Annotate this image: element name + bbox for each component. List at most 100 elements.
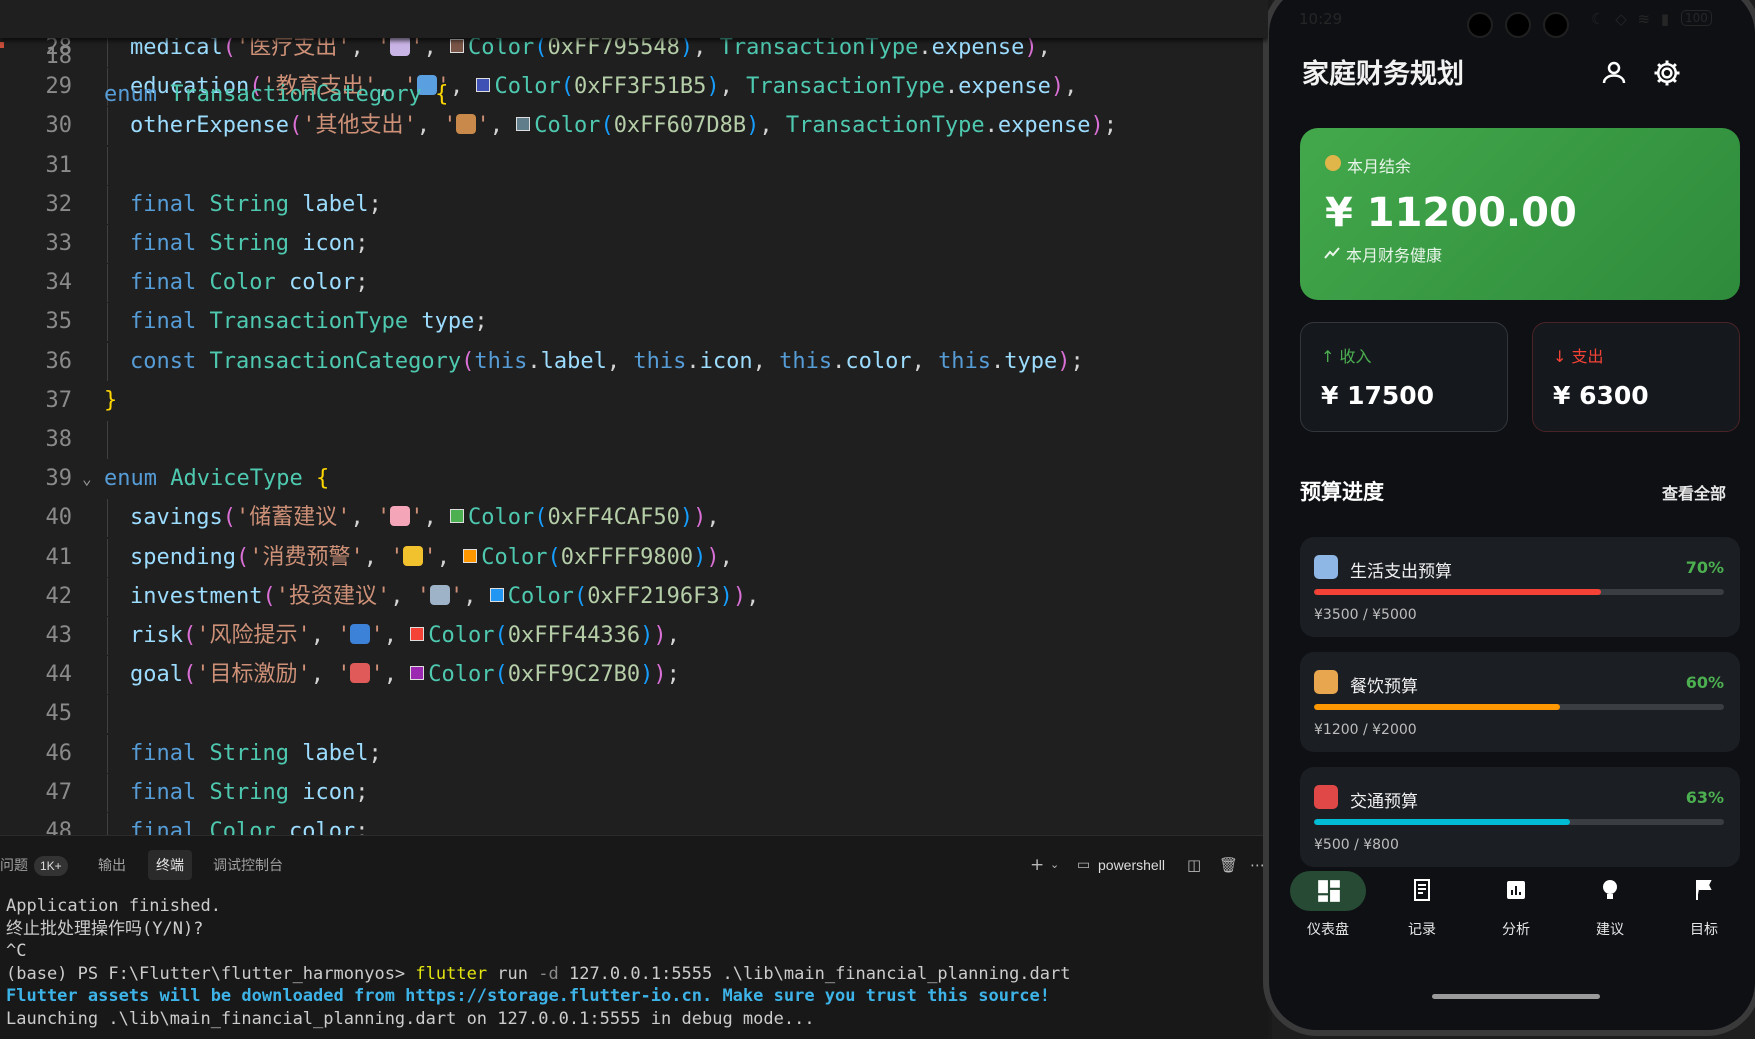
indent-guide: [107, 499, 108, 538]
person-icon[interactable]: [1599, 58, 1629, 88]
indent-guide: [107, 146, 108, 185]
indent-guide: [107, 264, 108, 303]
budget-progress-track: [1314, 704, 1724, 710]
line-text: investment('投资建议', ' ', Color(0xFF2196F3)…: [130, 583, 760, 609]
code-editor[interactable]: 28 medical('医疗支出', ' ', Color(0xFF795548),…: [0, 0, 1268, 835]
indent-guide: [107, 538, 108, 577]
status-time: 10:29: [1299, 10, 1343, 28]
budget-card[interactable]: 生活支出预算 70% ¥3500 / ¥5000: [1300, 537, 1740, 637]
line-number: 40: [45, 505, 73, 531]
tab-problems[interactable]: 问题 1K+: [0, 850, 76, 880]
code-line[interactable]: 43 risk('风险提示', ' ', Color(0xFFF44336)),: [0, 617, 1268, 655]
line-text: final TransactionType type;: [130, 309, 488, 335]
indent-guide: [107, 617, 108, 655]
balance-label: 本月结余: [1347, 157, 1412, 176]
lightbulb-icon: [1572, 871, 1648, 911]
gear-icon[interactable]: [1652, 58, 1682, 88]
indent-guide: [107, 342, 108, 381]
receipt-icon: [1384, 871, 1460, 911]
code-line[interactable]: 31: [0, 146, 1268, 185]
tab-output[interactable]: 输出: [90, 850, 134, 880]
line-number: 36: [45, 348, 73, 374]
budget-progress-track: [1314, 589, 1724, 595]
tab-terminal[interactable]: 终端: [148, 850, 192, 880]
sticky-scroll-header[interactable]: 18 enum TransactionCategory {: [0, 0, 1268, 107]
line-number: 37: [45, 387, 73, 413]
home-indicator[interactable]: [1432, 994, 1600, 999]
budget-card[interactable]: 餐饮预算 60% ¥1200 / ¥2000: [1300, 652, 1740, 752]
nav-item[interactable]: 目标: [1664, 871, 1744, 939]
chevron-down-icon[interactable]: ⌄: [1050, 854, 1059, 876]
line-number: 39: [45, 466, 73, 492]
balance-amount: ¥ 11200.00: [1325, 190, 1577, 236]
nav-label: 记录: [1408, 922, 1436, 938]
command-name: flutter: [415, 963, 488, 984]
command-args: run: [487, 963, 539, 984]
budget-card[interactable]: 交通预算 63% ¥500 / ¥800: [1300, 767, 1740, 867]
line-number: 47: [45, 779, 73, 805]
tab-debug-console[interactable]: 调试控制台: [205, 850, 291, 880]
indent-guide: [107, 225, 108, 263]
bottom-panel: 问题 1K+ 输出 终端 调试控制台 + ⌄ ▭ powershell ◫ 🗑 ⋯…: [0, 835, 1268, 1039]
terminal-line: 终止批处理操作吗(Y/N)?: [6, 918, 204, 939]
budget-category-icon: [1314, 555, 1338, 579]
balance-card[interactable]: 本月结余 ¥ 11200.00 本月财务健康: [1300, 128, 1740, 300]
income-card[interactable]: ↑ 收入 ¥ 17500: [1300, 322, 1508, 432]
code-line[interactable]: 38: [0, 421, 1268, 459]
split-terminal-icon[interactable]: ◫: [1187, 854, 1201, 876]
camera-icon: [1467, 12, 1493, 38]
nav-item[interactable]: 分析: [1476, 871, 1556, 939]
code-line[interactable]: 44 goal('目标激励', ' ', Color(0xFF9C27B0));: [0, 656, 1268, 695]
line-number: 34: [45, 270, 73, 296]
budget-progress-fill: [1314, 589, 1601, 595]
nav-item[interactable]: 仪表盘: [1288, 871, 1368, 939]
money-bag-icon: [1325, 155, 1341, 171]
trending-up-icon: [1324, 247, 1340, 259]
code-line[interactable]: 48 final Color color;: [0, 813, 1268, 835]
code-line[interactable]: 46 final String label;: [0, 734, 1268, 773]
line-number: 31: [45, 152, 73, 178]
terminal-line: Application finished.: [6, 896, 221, 916]
line-text: enum AdviceType {: [104, 466, 330, 492]
nav-item[interactable]: 记录: [1382, 871, 1462, 939]
budget-progress-fill: [1314, 819, 1571, 825]
nav-label: 仪表盘: [1307, 922, 1349, 938]
income-amount: ¥ 17500: [1321, 381, 1435, 410]
code-line[interactable]: 32 final String label;: [0, 185, 1268, 224]
code-line[interactable]: 40 savings('储蓄建议', ' ', Color(0xFF4CAF50))…: [0, 499, 1268, 538]
budget-percent: 70%: [1685, 558, 1724, 577]
command-flag: -d: [538, 963, 559, 984]
code-line[interactable]: 42 investment('投资建议', ' ', Color(0xFF2196F…: [0, 577, 1268, 616]
income-label: ↑ 收入: [1321, 343, 1372, 367]
code-line[interactable]: 41 spending('消费预警', ' ', Color(0xFFFF9800)…: [0, 538, 1268, 577]
phone-screen: 10:29 ☾ ◇ ≋ ▮ 100 家庭财务规划 本月结余 ¥ 11200.00…: [1269, 0, 1755, 1030]
code-line[interactable]: 34 final Color color;: [0, 264, 1268, 303]
code-line[interactable]: 47 final String icon;: [0, 773, 1268, 812]
command-target: 127.0.0.1:5555 .\lib\main_financial_plan…: [558, 963, 1071, 984]
code-line[interactable]: 33 final String icon;: [0, 225, 1268, 263]
expense-amount: ¥ 6300: [1553, 381, 1649, 410]
flag-icon: [1666, 871, 1742, 911]
view-all-link[interactable]: 查看全部: [1662, 480, 1726, 504]
code-line[interactable]: 35 final TransactionType type;: [0, 303, 1268, 342]
expense-card[interactable]: ↓ 支出 ¥ 6300: [1532, 322, 1740, 432]
line-number: 42: [45, 583, 73, 609]
camera-icon: [1543, 12, 1569, 38]
nav-label: 建议: [1596, 922, 1624, 938]
shell-name[interactable]: powershell: [1098, 854, 1165, 876]
line-number: 43: [45, 623, 73, 648]
fold-chevron-icon[interactable]: ⌄: [82, 460, 92, 498]
indent-guide: [107, 577, 108, 616]
code-line[interactable]: 45: [0, 695, 1268, 734]
indent-guide: [107, 421, 108, 459]
code-line[interactable]: 39 ⌄ enum AdviceType {: [0, 460, 1268, 498]
code-line[interactable]: 37}: [0, 382, 1268, 420]
budget-amount: ¥3500 / ¥5000: [1314, 607, 1417, 623]
new-terminal-icon[interactable]: +: [1030, 854, 1044, 876]
arrow-up-icon: ↑: [1321, 347, 1340, 366]
line-number: 41: [45, 544, 73, 570]
nav-item[interactable]: 建议: [1570, 871, 1650, 939]
camera-icon: [1505, 12, 1531, 38]
code-line[interactable]: 36 const TransactionCategory(this.label, …: [0, 342, 1268, 381]
trash-icon[interactable]: 🗑: [1219, 854, 1238, 876]
